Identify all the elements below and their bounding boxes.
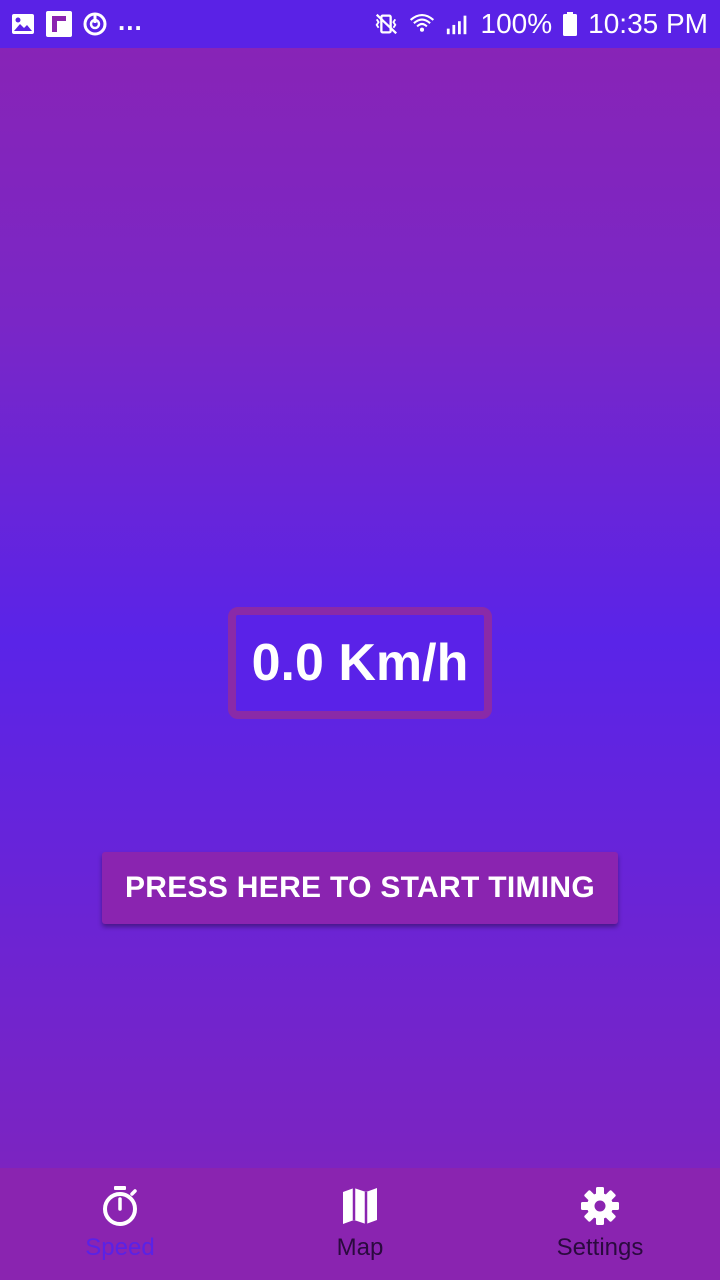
stopwatch-icon — [98, 1184, 142, 1228]
more-notifications-indicator: ... — [118, 6, 143, 36]
sync-icon — [82, 11, 108, 37]
nav-item-settings[interactable]: Settings — [480, 1168, 720, 1280]
start-timing-button[interactable]: PRESS HERE TO START TIMING — [102, 852, 618, 924]
bottom-navigation: Speed Map Settings — [0, 1168, 720, 1280]
battery-percent: 100% — [480, 8, 553, 39]
clock-time: 10:35 PM — [588, 8, 708, 39]
battery-full-icon — [562, 11, 578, 37]
map-icon — [338, 1184, 382, 1228]
signal-icon — [445, 11, 471, 37]
flipboard-icon — [46, 11, 72, 37]
nav-item-map[interactable]: Map — [240, 1168, 480, 1280]
system-status-area: 100% 10:35 PM — [373, 0, 708, 48]
gear-icon — [578, 1184, 622, 1228]
speed-display: 0.0 Km/h — [228, 607, 492, 719]
start-timing-label: PRESS HERE TO START TIMING — [124, 871, 596, 904]
vibrate-mute-icon — [373, 11, 399, 37]
app-screen: ... 100% 10:35 PM 0.0 Km/h PRESS HERE TO… — [0, 0, 720, 1280]
status-bar: ... 100% 10:35 PM — [0, 0, 720, 48]
notification-area: ... — [10, 6, 143, 37]
gallery-icon — [10, 11, 36, 37]
nav-label-speed: Speed — [85, 1234, 155, 1261]
nav-label-settings: Settings — [556, 1234, 644, 1261]
nav-item-speed[interactable]: Speed — [0, 1168, 240, 1280]
wifi-icon — [409, 11, 435, 37]
nav-label-map: Map — [336, 1234, 384, 1261]
speed-value: 0.0 Km/h — [251, 634, 469, 692]
